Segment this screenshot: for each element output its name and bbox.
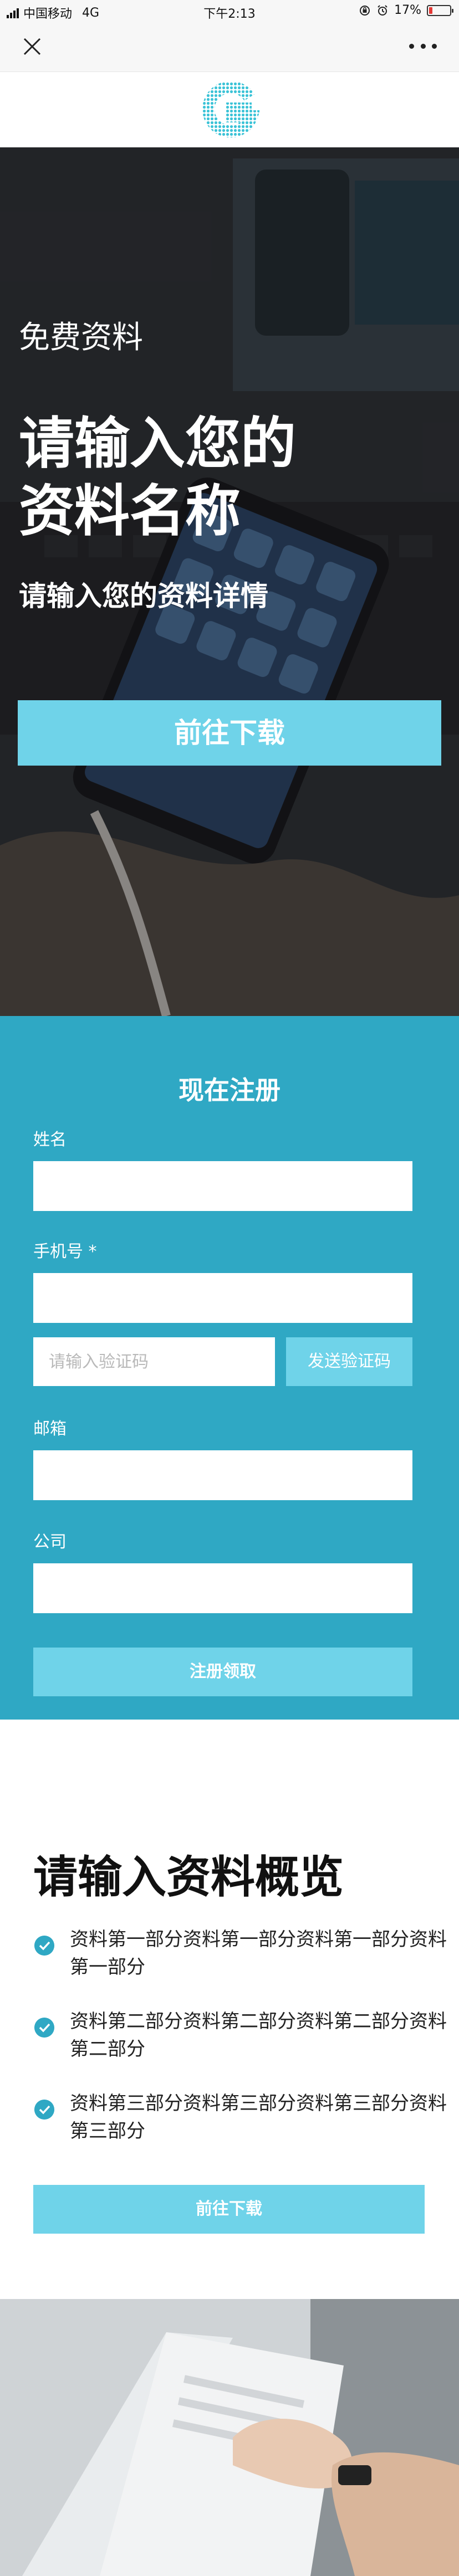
hero-title-line-1: 请输入您的 [19, 411, 296, 476]
battery-percent: 17% [394, 3, 421, 17]
hero-banner: 免费资料 请输入您的 资料名称 请输入您的资料详情 前往下载 [0, 147, 459, 1016]
overview-item-text: 资料第二部分资料第二部分资料第二部分资料第二部分 [70, 2010, 447, 2060]
nav-bar [0, 21, 459, 72]
battery-icon [427, 4, 453, 16]
close-icon[interactable] [22, 37, 42, 57]
overview-item: 资料第三部分资料第三部分资料第三部分资料第三部分 [33, 2090, 447, 2151]
laptop-image-art [0, 2299, 459, 2576]
logo-strip [0, 72, 459, 147]
more-icon[interactable] [409, 38, 437, 54]
hero-subtitle: 免费资料 [19, 320, 143, 356]
status-bar: 中国移动 4G 下午2:13 17% [0, 0, 459, 21]
overview-download-button[interactable]: 前往下载 [33, 2185, 425, 2234]
hero-title: 请输入您的 资料名称 [19, 410, 296, 545]
overview-item: 资料第一部分资料第一部分资料第一部分资料第一部分 [33, 1926, 447, 1987]
phone-label: 手机号 * [33, 1242, 97, 1261]
hero-description: 请输入您的资料详情 [19, 580, 268, 612]
overview-item-text: 资料第一部分资料第一部分资料第一部分资料第一部分 [70, 1928, 447, 1978]
email-label: 邮箱 [33, 1419, 67, 1439]
check-circle-icon [34, 2100, 54, 2120]
check-circle-icon [34, 2018, 54, 2038]
send-code-button[interactable]: 发送验证码 [286, 1337, 412, 1386]
verification-code-input[interactable] [33, 1337, 275, 1386]
form-title: 现在注册 [178, 1075, 280, 1105]
email-input[interactable] [33, 1450, 412, 1500]
phone-input[interactable] [33, 1273, 412, 1323]
rotation-lock-icon [360, 5, 370, 16]
registration-form: 现在注册 姓名 手机号 * 发送验证码 邮箱 公司 注册领取 [0, 1016, 459, 1720]
overview-title: 请输入资料概览 [33, 1851, 344, 1903]
brand-logo-icon [202, 82, 259, 137]
name-label: 姓名 [33, 1130, 67, 1150]
hero-title-line-2: 资料名称 [19, 479, 241, 543]
laptop-typing-image [0, 2299, 459, 2576]
overview-section: 请输入资料概览 资料第一部分资料第一部分资料第一部分资料第一部分 资料第二部分资… [0, 1720, 459, 2299]
hero-download-button[interactable]: 前往下载 [18, 700, 441, 766]
overview-item-text: 资料第三部分资料第三部分资料第三部分资料第三部分 [70, 2092, 447, 2142]
check-circle-icon [34, 1936, 54, 1956]
register-submit-button[interactable]: 注册领取 [33, 1648, 412, 1696]
alarm-icon [378, 4, 387, 16]
company-input[interactable] [33, 1563, 412, 1613]
overview-item: 资料第二部分资料第二部分资料第二部分资料第二部分 [33, 2008, 447, 2069]
company-label: 公司 [33, 1532, 67, 1552]
name-input[interactable] [33, 1161, 412, 1211]
status-right: 17% [359, 3, 453, 17]
